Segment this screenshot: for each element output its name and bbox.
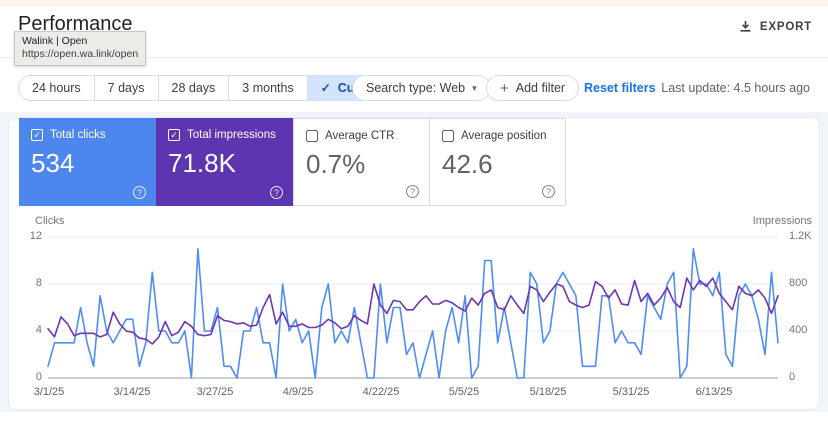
- x-tick: 3/1/25: [33, 386, 65, 398]
- gridlines: [48, 236, 778, 379]
- add-filter-label: Add filter: [515, 81, 566, 95]
- metric-value: 0.7%: [306, 149, 366, 179]
- export-label: EXPORT: [759, 20, 812, 33]
- right-tick: 400: [789, 324, 808, 336]
- help-icon[interactable]: ?: [406, 185, 419, 198]
- metric-checkbox[interactable]: ✓: [168, 129, 180, 141]
- metric-value: 534: [31, 148, 75, 178]
- metric-card[interactable]: Average CTR 0.7% ?: [293, 118, 430, 206]
- x-tick: 4/22/25: [362, 386, 400, 398]
- chip-3-months[interactable]: 3 months: [229, 75, 308, 101]
- right-tick: 800: [789, 277, 808, 289]
- date-range-chip-group: 24 hours 7 days 28 days 3 months ✓ Custo…: [18, 75, 399, 101]
- x-tick: 6/13/25: [695, 386, 733, 398]
- metric-checkbox[interactable]: [442, 130, 454, 142]
- search-type-dropdown[interactable]: Search type: Web ▾: [352, 75, 491, 101]
- left-tick: 4: [35, 324, 42, 336]
- metric-label: Average CTR: [325, 130, 395, 142]
- left-tick: 12: [29, 230, 42, 242]
- impressions-line: [47, 277, 779, 345]
- right-tick: 0: [789, 371, 796, 383]
- right-axis-title: Impressions: [752, 215, 812, 227]
- search-type-label: Search type: Web: [366, 81, 466, 95]
- x-tick: 4/9/25: [282, 386, 314, 398]
- last-update-text: Last update: 4.5 hours ago: [661, 81, 810, 95]
- metric-label: Average position: [461, 130, 547, 142]
- metric-value: 71.8K: [168, 148, 236, 178]
- x-tick: 5/31/25: [612, 386, 650, 398]
- x-tick: 5/18/25: [529, 386, 567, 398]
- performance-page: Performance EXPORT Walink | Open https:/…: [0, 0, 828, 448]
- property-tooltip: Walink | Open https://open.wa.link/open: [14, 31, 147, 66]
- chip-28-days[interactable]: 28 days: [158, 75, 230, 101]
- left-tick: 8: [35, 277, 42, 289]
- check-icon: ✓: [320, 81, 331, 95]
- chip-24-hours[interactable]: 24 hours: [18, 75, 95, 101]
- export-button[interactable]: EXPORT: [739, 20, 812, 33]
- metric-label: Total clicks: [50, 129, 106, 141]
- plus-icon: +: [500, 79, 509, 97]
- top-strip: [0, 0, 828, 7]
- tooltip-property-url: https://open.wa.link/open: [22, 48, 139, 60]
- chevron-down-icon: ▾: [472, 82, 477, 93]
- help-icon[interactable]: ?: [542, 185, 555, 198]
- chip-7-days[interactable]: 7 days: [94, 75, 159, 101]
- metric-label: Total impressions: [187, 129, 276, 141]
- clicks-line: [47, 248, 779, 379]
- help-icon[interactable]: ?: [270, 186, 283, 199]
- metric-cards-row: ✓ Total clicks 534 ? ✓ Total impressions…: [19, 118, 566, 206]
- left-tick: 0: [35, 371, 42, 383]
- add-filter-button[interactable]: + Add filter: [486, 75, 580, 101]
- metric-checkbox[interactable]: ✓: [31, 129, 43, 141]
- metric-card[interactable]: Average position 42.6 ?: [429, 118, 566, 206]
- right-tick: 1.2K: [789, 230, 812, 242]
- download-icon: [739, 20, 752, 33]
- x-tick: 5/5/25: [448, 386, 480, 398]
- x-tick: 3/14/25: [113, 386, 151, 398]
- tooltip-property-name: Walink | Open: [22, 35, 88, 47]
- left-axis-title: Clicks: [35, 215, 65, 227]
- metric-value: 42.6: [442, 149, 493, 179]
- reset-filters-link[interactable]: Reset filters: [584, 81, 656, 95]
- x-tick: 3/27/25: [196, 386, 234, 398]
- help-icon[interactable]: ?: [133, 186, 146, 199]
- performance-chart-svg[interactable]: [47, 235, 779, 387]
- metric-checkbox[interactable]: [306, 130, 318, 142]
- metric-card[interactable]: ✓ Total impressions 71.8K ?: [156, 118, 293, 206]
- metric-card[interactable]: ✓ Total clicks 534 ?: [19, 118, 156, 206]
